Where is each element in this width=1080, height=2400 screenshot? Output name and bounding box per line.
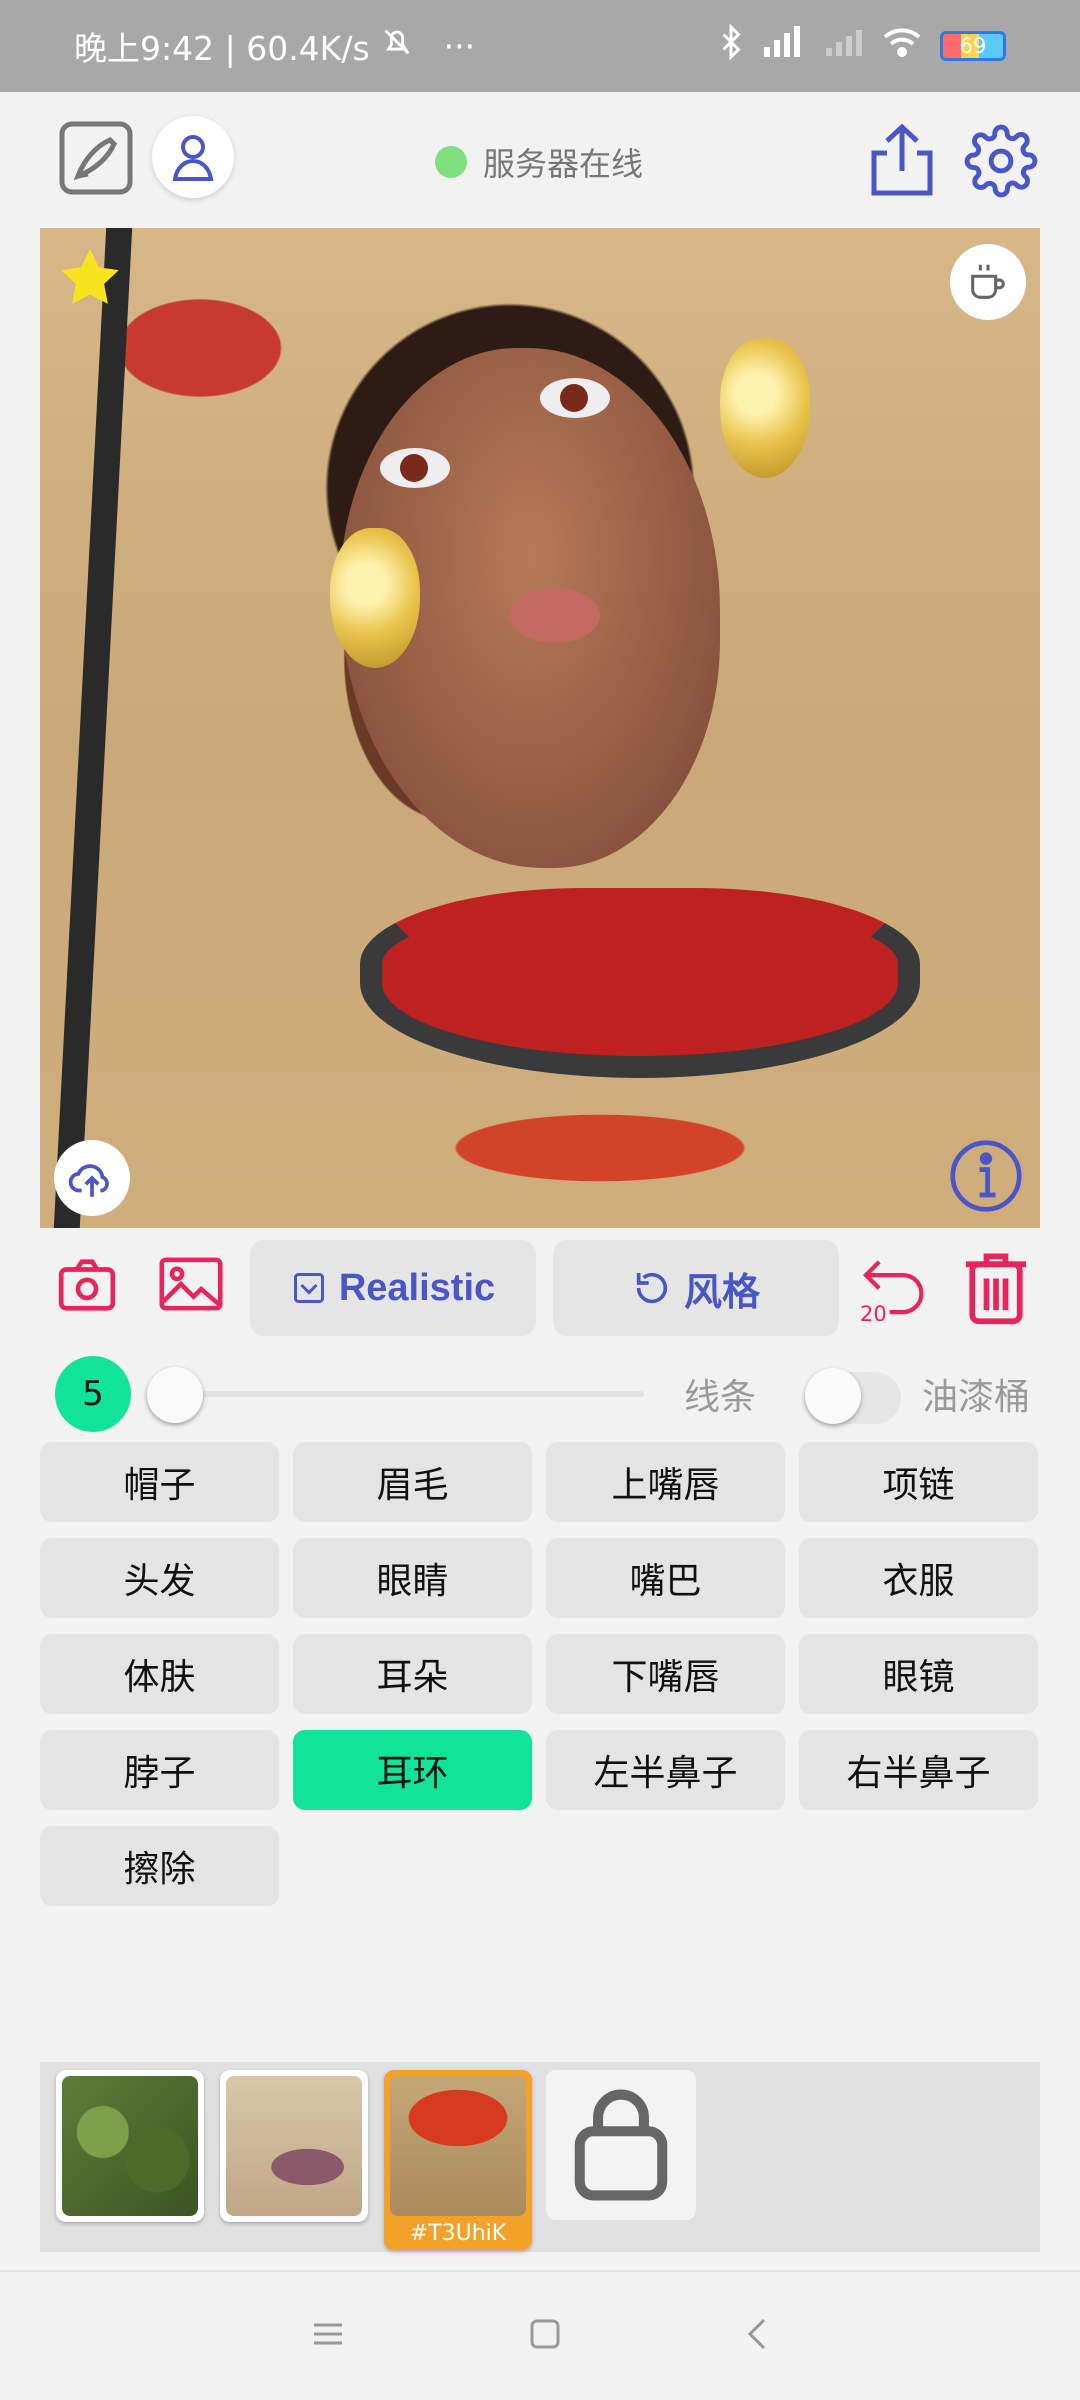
- bucket-toggle[interactable]: [805, 1368, 901, 1424]
- user-icon: [172, 135, 214, 181]
- part-button-neck[interactable]: 脖子: [40, 1730, 279, 1810]
- coffee-button[interactable]: [950, 244, 1026, 320]
- share-icon: [871, 123, 933, 196]
- server-status-label: 服务器在线: [483, 145, 644, 183]
- part-button-upper-lip[interactable]: 上嘴唇: [546, 1442, 785, 1522]
- refresh-icon: [636, 1272, 668, 1304]
- canvas-collar-shape: [360, 888, 920, 1078]
- canvas-earring-left: [330, 528, 420, 668]
- favorite-button[interactable]: [58, 246, 122, 312]
- part-button-lower-lip[interactable]: 下嘴唇: [546, 1634, 785, 1714]
- brush-size-track[interactable]: [160, 1391, 644, 1397]
- canvas-rod-shape: [53, 228, 133, 1228]
- mute-bell-icon: [380, 25, 414, 67]
- image-icon: [159, 1257, 223, 1311]
- style-thumbnail-image: [62, 2076, 198, 2216]
- star-icon: [61, 249, 119, 304]
- part-button-necklace[interactable]: 项链: [799, 1442, 1038, 1522]
- style-thumbnail-2[interactable]: [220, 2070, 368, 2222]
- cloud-upload-icon: [68, 1164, 109, 1197]
- part-button-eyebrows[interactable]: 眉毛: [293, 1442, 532, 1522]
- parts-grid: 帽子 眉毛 上嘴唇 项链 头发 眼睛 嘴巴 衣服 体肤 耳朵 下嘴唇 眼镜 脖子…: [40, 1442, 1040, 1906]
- wifi-icon: [882, 26, 922, 66]
- part-button-erase[interactable]: 擦除: [40, 1826, 279, 1906]
- bucket-mode-label[interactable]: 油漆桶: [922, 1368, 1030, 1420]
- toolbar: Realistic 风格 20: [0, 1240, 1080, 1340]
- lock-icon: [574, 2089, 668, 2201]
- signal-weak-icon: [824, 27, 864, 66]
- undo-button[interactable]: 20: [858, 1254, 938, 1326]
- upload-button[interactable]: [54, 1140, 130, 1216]
- gear-icon: [964, 124, 1038, 198]
- bucket-toggle-knob: [805, 1368, 861, 1424]
- status-bar: 晚上9:42 | 60.4K/s ··· 69: [0, 0, 1080, 92]
- style-thumbnail-selected[interactable]: #T3UhiK: [384, 2070, 532, 2250]
- settings-button[interactable]: [962, 122, 1040, 200]
- app-bar: 服务器在线: [0, 92, 1080, 227]
- checkbox-icon: [293, 1273, 324, 1303]
- style-label: 风格: [683, 1271, 760, 1314]
- menu-icon[interactable]: [312, 2321, 344, 2351]
- part-button-mouth[interactable]: 嘴巴: [546, 1538, 785, 1618]
- style-thumbnail-image: [390, 2076, 526, 2216]
- share-button[interactable]: [866, 122, 938, 198]
- part-button-clothes[interactable]: 衣服: [799, 1538, 1038, 1618]
- part-button-ears[interactable]: 耳朵: [293, 1634, 532, 1714]
- bluetooth-icon: [718, 23, 744, 68]
- style-thumbnail-image: [226, 2076, 362, 2216]
- gallery-button[interactable]: [158, 1256, 224, 1316]
- sketch-mode-button[interactable]: [58, 120, 134, 196]
- status-dot: [435, 146, 467, 178]
- style-button[interactable]: 风格: [553, 1240, 839, 1336]
- brush-size-slider-thumb[interactable]: [147, 1367, 203, 1423]
- home-icon[interactable]: [529, 2318, 561, 2354]
- part-button-right-nose[interactable]: 右半鼻子: [799, 1730, 1038, 1810]
- back-icon[interactable]: [746, 2317, 768, 2355]
- style-thumbnail-tag: #T3UhiK: [409, 2221, 507, 2246]
- trash-icon: [965, 1253, 1027, 1325]
- canvas-right-eye: [540, 378, 610, 418]
- locked-style-slot[interactable]: [546, 2070, 696, 2220]
- line-mode-label[interactable]: 线条: [684, 1368, 756, 1420]
- system-nav-bar: [0, 2270, 1080, 2400]
- status-time: 晚上9:42 | 60.4K/s: [74, 29, 370, 68]
- brush-size-badge: 5: [55, 1356, 131, 1432]
- part-button-eyes[interactable]: 眼睛: [293, 1538, 532, 1618]
- drawing-canvas[interactable]: [40, 228, 1040, 1228]
- model-label: Realistic: [338, 1266, 496, 1309]
- server-status: 服务器在线: [435, 139, 643, 185]
- coffee-icon: [971, 264, 1005, 299]
- brush-row: 5 线条 油漆桶: [0, 1350, 1080, 1432]
- canvas-earring-right: [720, 338, 810, 478]
- undo-count: 20: [860, 1302, 887, 1326]
- part-button-skin[interactable]: 体肤: [40, 1634, 279, 1714]
- part-button-earrings[interactable]: 耳环: [293, 1730, 532, 1810]
- status-more: ···: [443, 26, 476, 66]
- part-button-glasses[interactable]: 眼镜: [799, 1634, 1038, 1714]
- signal-icon: [762, 25, 806, 67]
- style-thumbnail-1[interactable]: [56, 2070, 204, 2222]
- part-button-hair[interactable]: 头发: [40, 1538, 279, 1618]
- camera-icon: [58, 1259, 116, 1311]
- edit-canvas-icon: [59, 121, 133, 195]
- part-button-left-nose[interactable]: 左半鼻子: [546, 1730, 785, 1810]
- info-icon: [950, 1140, 1022, 1212]
- style-palette: #T3UhiK: [40, 2062, 1040, 2252]
- user-button[interactable]: [152, 116, 234, 198]
- battery-icon: 69: [940, 31, 1006, 61]
- info-button[interactable]: [948, 1138, 1024, 1218]
- clear-button[interactable]: [960, 1250, 1032, 1330]
- canvas-lips: [510, 588, 600, 643]
- model-select-button[interactable]: Realistic: [250, 1240, 536, 1336]
- part-button-hat[interactable]: 帽子: [40, 1442, 279, 1522]
- canvas-left-eye: [380, 448, 450, 488]
- camera-button[interactable]: [56, 1256, 118, 1318]
